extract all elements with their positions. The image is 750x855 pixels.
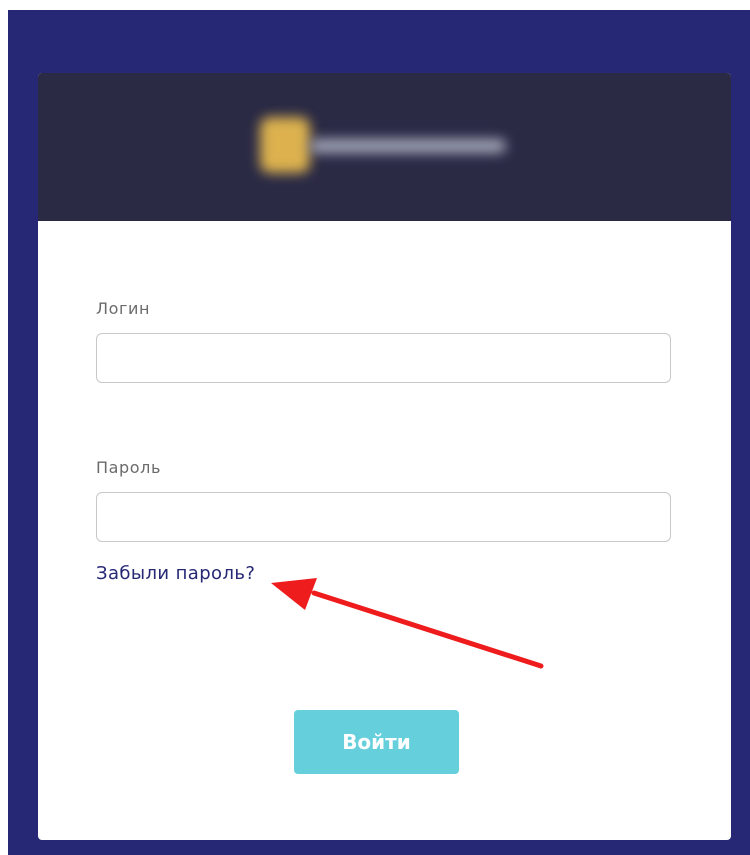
login-input[interactable] [96,333,671,383]
password-input[interactable] [96,492,671,542]
login-label: Логин [96,299,151,318]
password-label: Пароль [96,458,162,477]
logo-icon [260,117,310,173]
forgot-password-link[interactable]: Забыли пароль? [96,563,255,584]
page-background: Логин Пароль Забыли пароль? Войти [8,10,750,855]
login-card: Логин Пароль Забыли пароль? Войти [38,73,731,840]
login-button[interactable]: Войти [294,710,459,774]
card-header [38,73,731,221]
logo-wordmark [310,139,506,153]
